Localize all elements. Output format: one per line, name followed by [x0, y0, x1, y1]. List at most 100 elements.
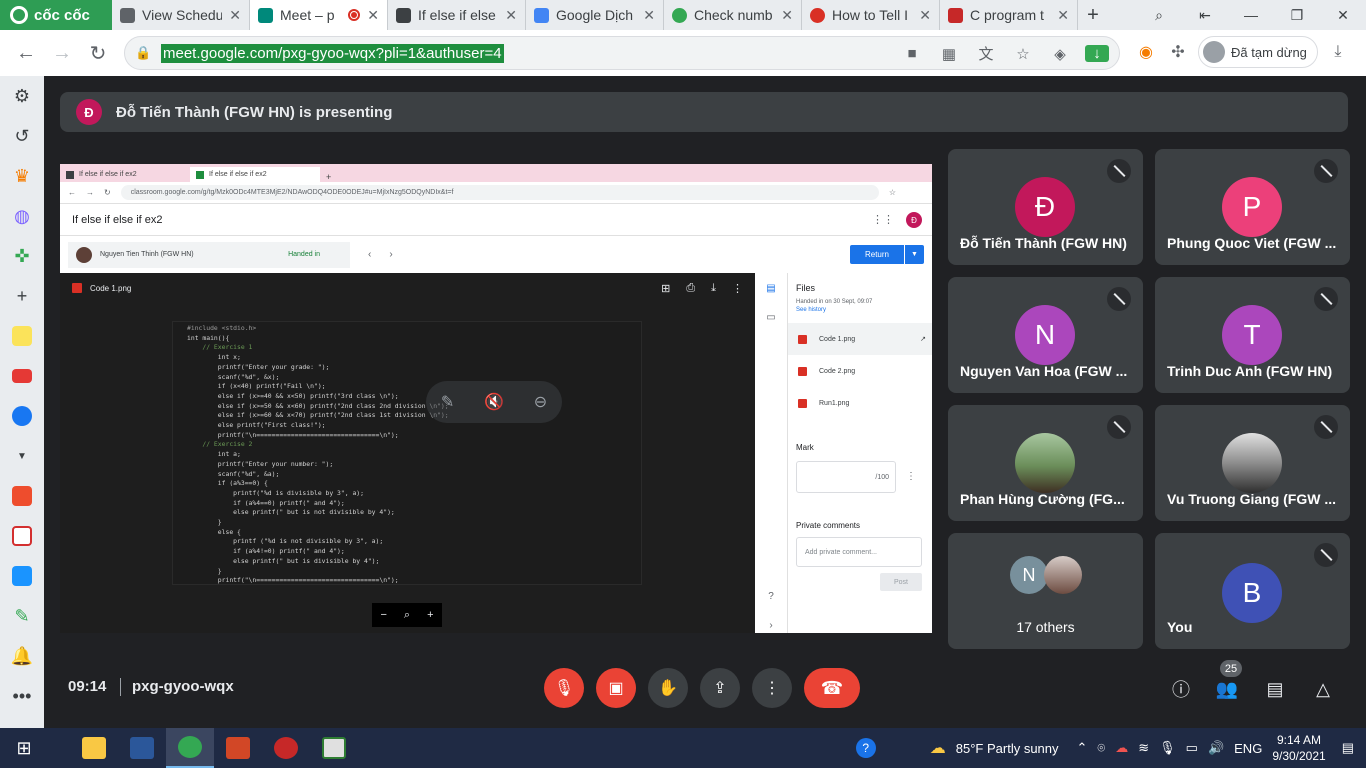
activities-button[interactable]: △: [1310, 676, 1336, 702]
taskbar-word[interactable]: [118, 728, 166, 768]
messenger-icon[interactable]: ◍: [0, 196, 44, 236]
present-button[interactable]: ⇪: [700, 668, 740, 708]
profile-button[interactable]: Đã tạm dừng: [1198, 36, 1318, 68]
taskbar-devcpp[interactable]: [262, 728, 310, 768]
taskbar-powerpoint[interactable]: [214, 728, 262, 768]
qr-code-icon[interactable]: ▦: [937, 45, 961, 63]
more-icon[interactable]: •••: [0, 676, 44, 716]
translate-icon[interactable]: 文: [974, 43, 998, 64]
close-icon[interactable]: ✕: [781, 7, 793, 24]
close-window-button[interactable]: ✕: [1320, 7, 1366, 24]
maximize-button[interactable]: ❐: [1274, 7, 1320, 24]
tiki-icon[interactable]: [0, 556, 44, 596]
tab-c-program[interactable]: C program t ✕: [940, 0, 1078, 30]
tab-meet[interactable]: Meet – p ✕: [250, 0, 388, 30]
forward-button[interactable]: →: [44, 35, 80, 71]
tab-label: If else if else: [418, 7, 496, 23]
mic-toggle-button[interactable]: 🎙: [544, 668, 584, 708]
avatar: [1203, 41, 1225, 63]
vtv-icon[interactable]: [0, 516, 44, 556]
taskbar-app[interactable]: [310, 728, 358, 768]
tab-search-icon[interactable]: ⌕: [1136, 7, 1182, 24]
leave-call-button[interactable]: ☎: [804, 668, 860, 708]
tab-classroom[interactable]: If else if else ✕: [388, 0, 526, 30]
add-icon[interactable]: +: [0, 276, 44, 316]
camera-tray-icon[interactable]: ⌾: [1097, 740, 1105, 756]
participant-tile[interactable]: P Phung Quoc Viet (FGW ...: [1155, 149, 1350, 265]
chat-button[interactable]: ▤: [1262, 676, 1288, 702]
start-button[interactable]: ⊞: [0, 728, 48, 768]
meeting-time: 09:14: [68, 678, 107, 695]
taskbar-coccoc[interactable]: [166, 728, 214, 768]
close-icon[interactable]: ✕: [643, 7, 655, 24]
reload-button[interactable]: ↻: [80, 35, 116, 71]
close-icon[interactable]: ✕: [1057, 7, 1069, 24]
bell-icon[interactable]: 🔔: [0, 636, 44, 676]
close-icon[interactable]: ✕: [919, 7, 931, 24]
coccoc-map-icon[interactable]: ✎: [0, 596, 44, 636]
battery-icon[interactable]: ▭: [1186, 740, 1198, 756]
weather-text[interactable]: 85°F Partly sunny: [956, 741, 1059, 756]
tab-check-number[interactable]: Check numb ✕: [664, 0, 802, 30]
network-warning-icon[interactable]: ☁: [1115, 740, 1128, 756]
others-tile[interactable]: N 17 others: [948, 533, 1143, 649]
close-icon[interactable]: ✕: [505, 7, 517, 24]
minimize-button[interactable]: —: [1228, 7, 1274, 23]
address-bar[interactable]: 🔒 meet.google.com/pxg-gyoo-wqx?pli=1&aut…: [124, 36, 1120, 70]
notes-icon[interactable]: [0, 316, 44, 356]
remove-circle-icon: ⊖: [533, 394, 548, 411]
help-icon[interactable]: ?: [855, 738, 876, 758]
bookmark-star-icon[interactable]: ☆: [1011, 45, 1035, 63]
game-controller-icon[interactable]: ✜: [0, 236, 44, 276]
clock[interactable]: 9:14 AM 9/30/2021: [1272, 732, 1325, 764]
self-tile[interactable]: B You: [1155, 533, 1350, 649]
camera-toggle-button[interactable]: ▣: [596, 668, 636, 708]
language-indicator[interactable]: ENG: [1234, 741, 1262, 756]
participant-grid: Đ Đỗ Tiến Thành (FGW HN) P Phung Quoc Vi…: [948, 149, 1350, 649]
back-arrow-icon[interactable]: ⇤: [1182, 7, 1228, 24]
people-button[interactable]: 👥: [1214, 676, 1240, 702]
wifi-icon[interactable]: ≋: [1138, 740, 1149, 756]
chevron-up-icon[interactable]: ⌃: [1077, 740, 1088, 756]
download-arrow-icon[interactable]: ↓: [1085, 45, 1109, 62]
code-line: printf ("%d is not divisible by 3", a);: [187, 537, 384, 546]
classroom-favicon-icon: [396, 7, 411, 23]
history-icon[interactable]: ↺: [0, 116, 44, 156]
tab-how-to-tell[interactable]: How to Tell I ✕: [802, 0, 940, 30]
microphone-icon[interactable]: 🎙: [1159, 740, 1176, 756]
url-text[interactable]: meet.google.com/pxg-gyoo-wqx?pli=1&authu…: [161, 43, 504, 63]
crown-icon[interactable]: ♛: [0, 156, 44, 196]
coccoc-logo[interactable]: cốc cốc: [0, 0, 112, 30]
back-button[interactable]: ←: [8, 35, 44, 71]
camera-icon[interactable]: ■: [900, 45, 924, 62]
browser-name: cốc cốc: [34, 6, 90, 24]
shopee-icon[interactable]: [0, 476, 44, 516]
participant-tile[interactable]: Đ Đỗ Tiến Thành (FGW HN): [948, 149, 1143, 265]
raise-hand-button[interactable]: ✋: [648, 668, 688, 708]
tab-google-translate[interactable]: Google Dịch ✕: [526, 0, 664, 30]
facebook-icon[interactable]: [0, 396, 44, 436]
tab-view-schedule[interactable]: View Schedu ✕: [112, 0, 250, 30]
participant-tile[interactable]: Phan Hùng Cường (FG...: [948, 405, 1143, 521]
download-icon[interactable]: ⤓: [1326, 40, 1350, 64]
classroom-favicon-icon: [196, 170, 204, 179]
close-icon[interactable]: ✕: [367, 7, 379, 24]
notifications-icon[interactable]: ▤: [1342, 740, 1354, 756]
shield-icon[interactable]: ◈: [1048, 45, 1072, 63]
open-external-icon: ↗: [920, 336, 926, 343]
participant-tile[interactable]: T Trinh Duc Anh (FGW HN): [1155, 277, 1350, 393]
participant-tile[interactable]: N Nguyen Van Hoa (FGW ...: [948, 277, 1143, 393]
settings-gear-icon[interactable]: ⚙: [0, 76, 44, 116]
taskbar-explorer[interactable]: [70, 728, 118, 768]
new-tab-button[interactable]: +: [1078, 4, 1108, 27]
info-button[interactable]: ⓘ: [1168, 676, 1194, 702]
coccoc-extension-icon[interactable]: ◉: [1134, 40, 1158, 64]
volume-icon[interactable]: 🔊: [1208, 740, 1224, 756]
participant-tile[interactable]: Vu Truong Giang (FGW ...: [1155, 405, 1350, 521]
chevron-down-icon[interactable]: ▼: [0, 436, 44, 476]
puzzle-icon[interactable]: ✣: [1166, 40, 1190, 64]
mic-off-icon: [1107, 287, 1131, 311]
more-options-button[interactable]: ⋮: [752, 668, 792, 708]
youtube-icon[interactable]: [0, 356, 44, 396]
close-icon[interactable]: ✕: [229, 7, 241, 24]
